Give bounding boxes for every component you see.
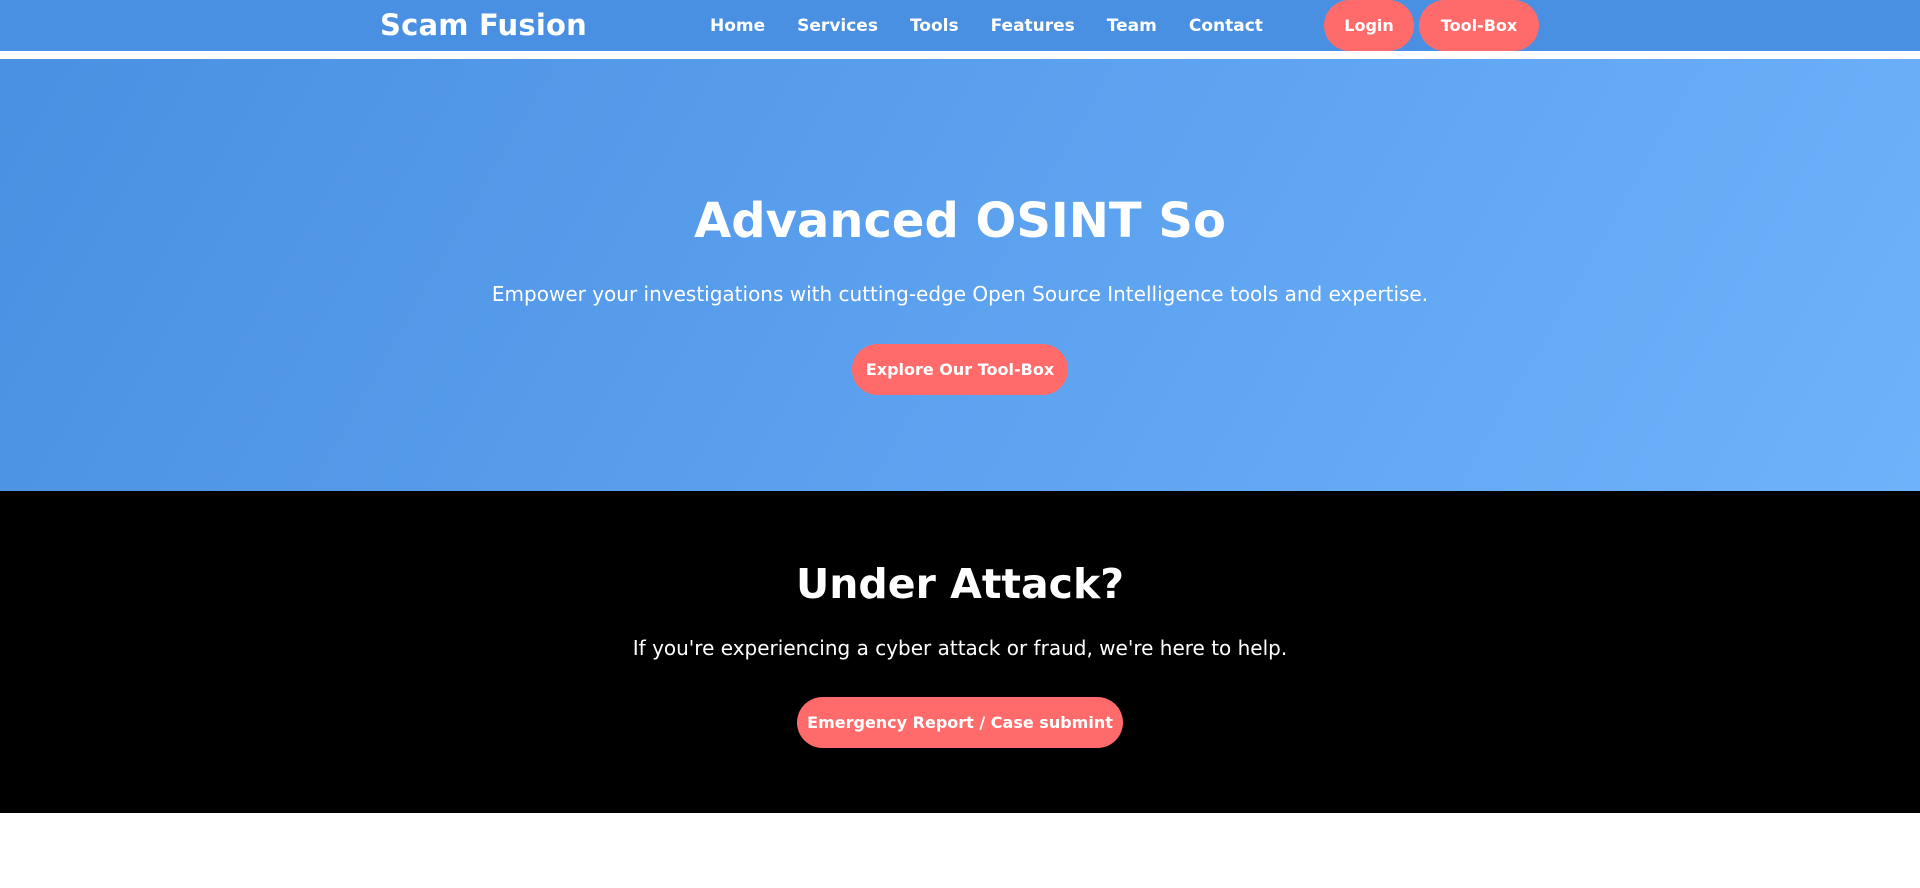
brand-logo-text[interactable]: Scam Fusion [380,8,587,42]
under-attack-text: If you're experiencing a cyber attack or… [632,636,1288,660]
nav-divider [0,51,1920,59]
hero-section: Advanced OSINT So Empower your investiga… [0,59,1920,491]
page-bottom-area [0,813,1920,888]
login-button[interactable]: Login [1324,0,1414,51]
navbar: Scam Fusion Home Services Tools Features… [0,0,1920,51]
toolbox-button[interactable]: Tool-Box [1419,0,1539,51]
main-nav: Home Services Tools Features Team Contac… [710,0,1263,51]
under-attack-section: Under Attack? If you're experiencing a c… [0,491,1920,813]
nav-link-team[interactable]: Team [1107,16,1157,36]
explore-toolbox-button[interactable]: Explore Our Tool-Box [852,344,1068,395]
nav-buttons: Login Tool-Box [1324,0,1539,51]
nav-link-contact[interactable]: Contact [1189,16,1263,36]
under-attack-title: Under Attack? [795,560,1125,608]
nav-link-home[interactable]: Home [710,16,765,36]
hero-subtitle: Empower your investigations with cutting… [491,282,1429,306]
nav-link-services[interactable]: Services [797,16,878,36]
nav-link-features[interactable]: Features [991,16,1075,36]
emergency-report-button[interactable]: Emergency Report / Case submint [797,697,1123,748]
nav-link-tools[interactable]: Tools [910,16,959,36]
hero-title: Advanced OSINT So [694,193,1226,249]
